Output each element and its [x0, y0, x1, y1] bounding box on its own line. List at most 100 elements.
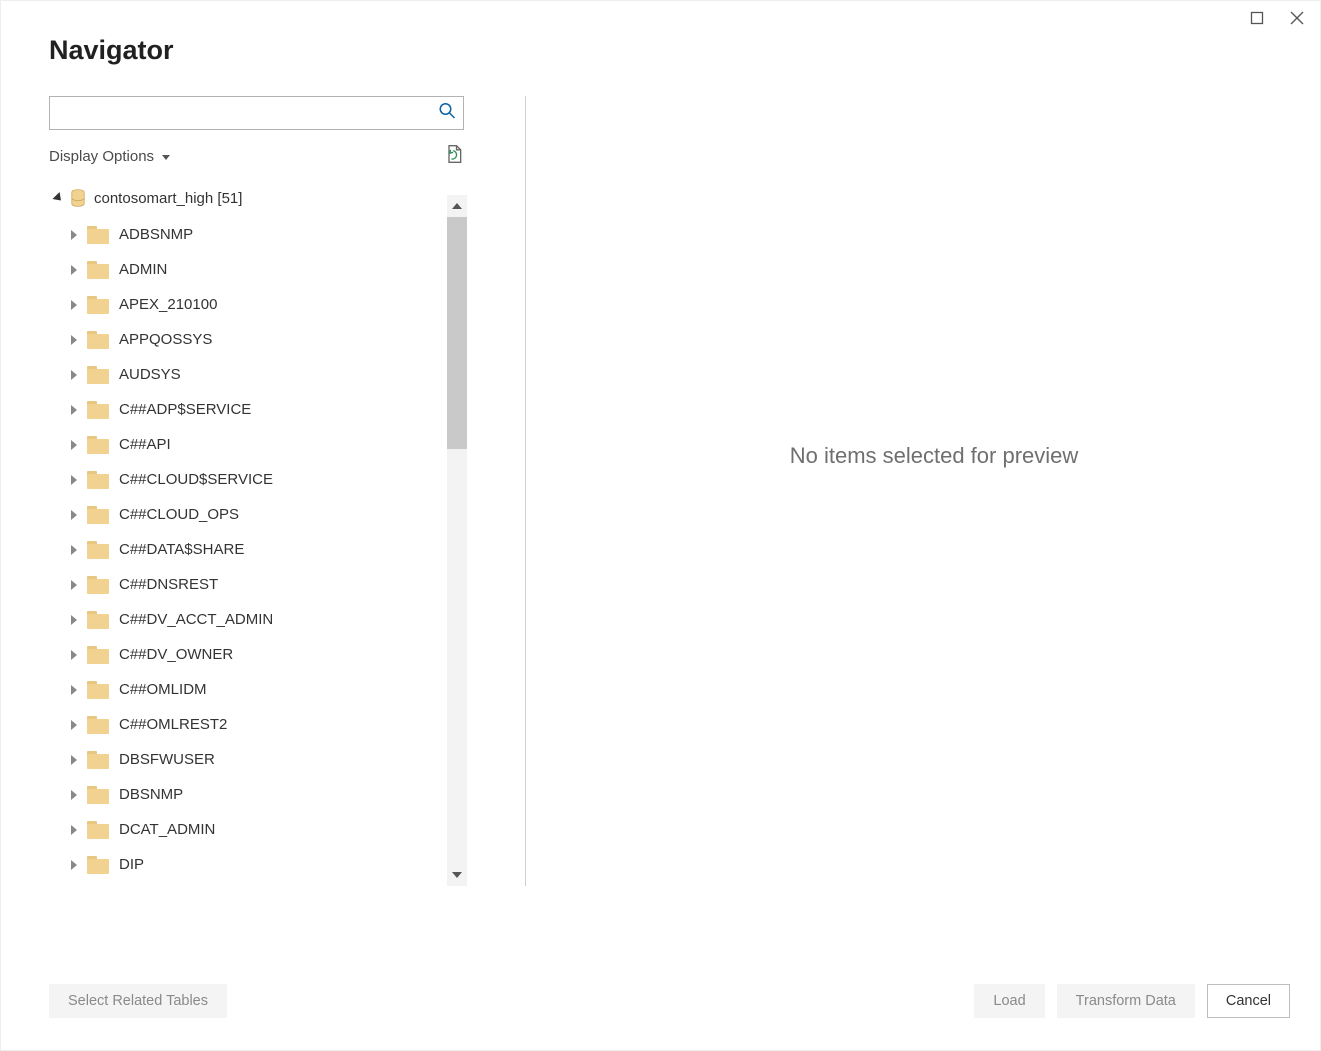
search-input[interactable]: [49, 96, 464, 130]
expand-icon: [71, 545, 77, 555]
scroll-up-button[interactable]: [447, 195, 467, 217]
expand-icon: [71, 790, 77, 800]
folder-icon: [87, 681, 109, 699]
folder-icon: [87, 821, 109, 839]
refresh-button[interactable]: [444, 144, 464, 169]
tree-item[interactable]: C##CLOUD$SERVICE: [67, 462, 467, 497]
dialog-title: Navigator: [49, 35, 1320, 66]
display-options-label: Display Options: [49, 148, 154, 165]
scrollbar-thumb[interactable]: [447, 217, 467, 449]
scroll-down-button[interactable]: [447, 864, 467, 886]
display-options-dropdown[interactable]: Display Options: [49, 148, 170, 165]
search-row: [49, 96, 464, 130]
tree-item[interactable]: DBSNMP: [67, 777, 467, 812]
folder-icon: [87, 331, 109, 349]
tree-item[interactable]: ADBSNMP: [67, 217, 467, 252]
tree-item-label: C##API: [119, 436, 171, 453]
tree-item-label: C##CLOUD$SERVICE: [119, 471, 273, 488]
expand-icon: [71, 370, 77, 380]
options-row: Display Options: [49, 144, 464, 169]
tree-item[interactable]: C##ADP$SERVICE: [67, 392, 467, 427]
folder-icon: [87, 471, 109, 489]
expand-icon: [71, 300, 77, 310]
expand-icon: [71, 580, 77, 590]
tree-item[interactable]: C##OMLREST2: [67, 707, 467, 742]
expand-collapse-icon: [52, 192, 64, 204]
tree-root-node[interactable]: contosomart_high [51]: [49, 185, 467, 217]
expand-icon: [71, 335, 77, 345]
tree-item[interactable]: DIP: [67, 847, 467, 882]
tree-item[interactable]: DBSFWUSER: [67, 742, 467, 777]
window-controls: [1248, 9, 1306, 27]
folder-icon: [87, 646, 109, 664]
navigator-left-pane: Display Options: [49, 96, 487, 886]
folder-icon: [87, 401, 109, 419]
tree-item-label: DCAT_ADMIN: [119, 821, 215, 838]
folder-icon: [87, 296, 109, 314]
expand-icon: [71, 510, 77, 520]
folder-icon: [87, 506, 109, 524]
expand-icon: [71, 230, 77, 240]
navigator-dialog: Navigator Display Options: [0, 0, 1321, 1051]
load-button[interactable]: Load: [974, 984, 1044, 1018]
tree-item-label: APEX_210100: [119, 296, 217, 313]
schema-tree: contosomart_high [51] ADBSNMP ADMIN APEX_2…: [49, 183, 467, 886]
folder-icon: [87, 576, 109, 594]
tree-item[interactable]: ADMIN: [67, 252, 467, 287]
tree-item[interactable]: C##DV_ACCT_ADMIN: [67, 602, 467, 637]
expand-icon: [71, 475, 77, 485]
window-close-button[interactable]: [1288, 9, 1306, 27]
folder-icon: [87, 226, 109, 244]
tree-item-label: DBSNMP: [119, 786, 183, 803]
tree-item-label: C##DV_ACCT_ADMIN: [119, 611, 273, 628]
tree-item[interactable]: APPQOSSYS: [67, 322, 467, 357]
tree-item-label: C##DV_OWNER: [119, 646, 233, 663]
tree-item[interactable]: C##API: [67, 427, 467, 462]
expand-icon: [71, 440, 77, 450]
expand-icon: [71, 685, 77, 695]
dialog-footer: Select Related Tables Load Transform Dat…: [49, 984, 1290, 1018]
tree-container: contosomart_high [51] ADBSNMP ADMIN APEX_2…: [49, 183, 467, 886]
tree-item-label: AUDSYS: [119, 366, 181, 383]
folder-icon: [87, 541, 109, 559]
tree-item-label: ADBSNMP: [119, 226, 193, 243]
cancel-button[interactable]: Cancel: [1207, 984, 1290, 1018]
tree-item-label: C##DATA$SHARE: [119, 541, 244, 558]
folder-icon: [87, 856, 109, 874]
expand-icon: [71, 650, 77, 660]
tree-item[interactable]: APEX_210100: [67, 287, 467, 322]
folder-icon: [87, 786, 109, 804]
folder-icon: [87, 261, 109, 279]
no-selection-message: No items selected for preview: [790, 443, 1079, 469]
expand-icon: [71, 265, 77, 275]
tree-item[interactable]: C##DNSREST: [67, 567, 467, 602]
tree-item[interactable]: C##CLOUD_OPS: [67, 497, 467, 532]
tree-item-label: C##OMLREST2: [119, 716, 227, 733]
scrollbar[interactable]: [447, 195, 467, 886]
dialog-body: Display Options: [49, 96, 1320, 886]
tree-item[interactable]: C##OMLIDM: [67, 672, 467, 707]
transform-data-button[interactable]: Transform Data: [1057, 984, 1195, 1018]
chevron-down-icon: [162, 155, 170, 160]
vertical-divider: [525, 96, 526, 886]
tree-item-label: DBSFWUSER: [119, 751, 215, 768]
tree-item-label: APPQOSSYS: [119, 331, 212, 348]
tree-children: ADBSNMP ADMIN APEX_210100 APPQOSSYS AUDSYS C#…: [49, 217, 467, 882]
database-icon: [70, 189, 86, 207]
tree-item[interactable]: C##DATA$SHARE: [67, 532, 467, 567]
folder-icon: [87, 366, 109, 384]
expand-icon: [71, 720, 77, 730]
tree-item-label: C##ADP$SERVICE: [119, 401, 251, 418]
tree-item[interactable]: AUDSYS: [67, 357, 467, 392]
tree-item[interactable]: DCAT_ADMIN: [67, 812, 467, 847]
select-related-tables-button[interactable]: Select Related Tables: [49, 984, 227, 1018]
folder-icon: [87, 611, 109, 629]
tree-root-label: contosomart_high [51]: [94, 190, 242, 207]
expand-icon: [71, 825, 77, 835]
tree-item[interactable]: C##DV_OWNER: [67, 637, 467, 672]
tree-item-label: DIP: [119, 856, 144, 873]
folder-icon: [87, 716, 109, 734]
tree-item-label: C##DNSREST: [119, 576, 218, 593]
folder-icon: [87, 751, 109, 769]
window-restore-button[interactable]: [1248, 9, 1266, 27]
